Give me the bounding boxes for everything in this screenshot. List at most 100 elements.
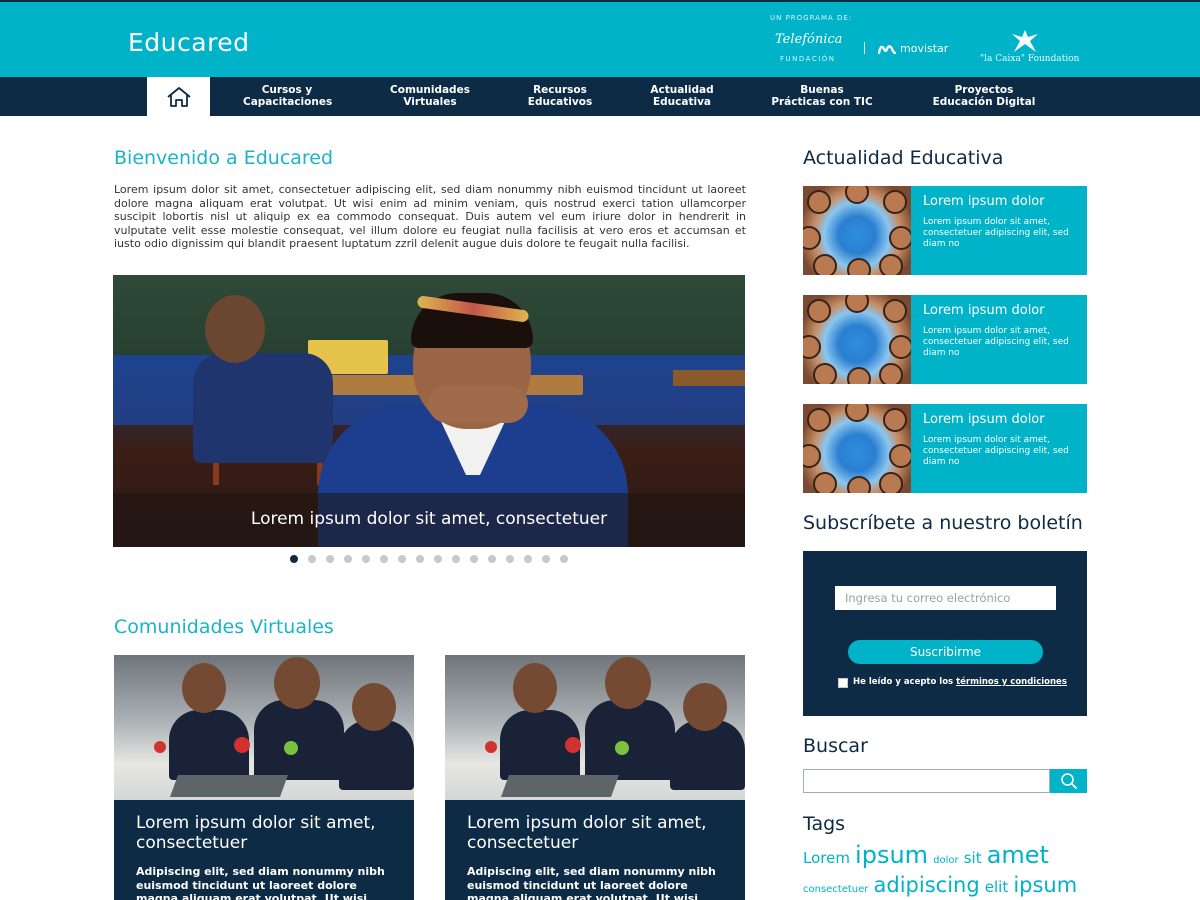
nav-buenas-line1: Buenas [800, 84, 844, 96]
nav-buenas-line2: Prácticas con TIC [771, 96, 873, 108]
photo-face [883, 190, 907, 214]
photo-face [845, 404, 869, 422]
subscribe-button[interactable]: Suscribirme [848, 640, 1043, 664]
home-icon [166, 86, 191, 107]
terms-checkbox[interactable] [838, 678, 848, 688]
nav-cursos-line2: Capacitaciones [243, 96, 333, 108]
tag-link[interactable]: amet [987, 841, 1049, 869]
tag-link[interactable]: dolor [933, 855, 958, 866]
nav-actualidad-line1: Actualidad [650, 84, 714, 96]
community-card-text: Adipiscing elit, sed diam nonummy nibh e… [136, 865, 385, 900]
photo-student-body [585, 700, 675, 780]
news-item-title[interactable]: Lorem ipsum dolor [923, 412, 1075, 427]
search-input[interactable] [803, 769, 1050, 793]
slider-dot[interactable] [344, 555, 352, 563]
tag-link[interactable]: elit [985, 878, 1008, 896]
photo-face [803, 444, 821, 468]
slider-dot[interactable] [308, 555, 316, 563]
photo-apple-red [234, 737, 250, 753]
photo-laptop [169, 775, 289, 797]
nav-comunidades[interactable]: Comunidades Virtuales [388, 84, 472, 108]
photo-boy-head [205, 295, 265, 363]
photo-boy-body [193, 353, 333, 463]
intro-text: Lorem ipsum dolor sit amet, consectetuer… [114, 183, 746, 250]
nav-cursos[interactable]: Cursos y Capacitaciones [243, 84, 333, 108]
slider-dot[interactable] [380, 555, 388, 563]
search-title: Buscar [803, 735, 868, 757]
hero-slider[interactable]: Lorem ipsum dolor sit amet, consectetuer [113, 275, 745, 547]
search-button[interactable] [1050, 769, 1087, 793]
tag-link[interactable]: ipsum [855, 841, 928, 869]
tag-link[interactable]: consectetuer [803, 884, 868, 895]
photo-face [847, 258, 871, 275]
photo-face [889, 226, 911, 250]
slider-dot[interactable] [524, 555, 532, 563]
movistar-m-icon [878, 44, 896, 54]
movistar-logo[interactable]: movistar [878, 42, 948, 55]
community-card-body: Lorem ipsum dolor sit amet, consectetuer… [114, 800, 414, 900]
news-item-box: Lorem ipsum dolor Lorem ipsum dolor sit … [911, 295, 1087, 384]
photo-student-head [513, 663, 557, 713]
tag-link[interactable]: adipiscing [874, 873, 980, 897]
photo-face [889, 335, 911, 359]
site-header: Educared UN PROGRAMA DE: Telefónica FUND… [0, 0, 1200, 77]
photo-student-body [254, 700, 344, 780]
tag-link[interactable]: sit [964, 849, 982, 867]
tag-link[interactable]: ipsum [1013, 873, 1077, 897]
photo-student-head [274, 657, 320, 709]
photo-face [883, 408, 907, 432]
slider-dot[interactable] [488, 555, 496, 563]
news-item-text: Lorem ipsum dolor sit amet, consectetuer… [923, 435, 1069, 467]
slider-dot[interactable] [470, 555, 478, 563]
news-item[interactable]: Lorem ipsum dolor Lorem ipsum dolor sit … [803, 295, 1087, 384]
lacaixa-logo[interactable]: "la Caixa" Foundation [980, 54, 1079, 64]
slider-dot[interactable] [434, 555, 442, 563]
tag-link[interactable]: Lorem [803, 849, 850, 867]
slider-dot[interactable] [290, 555, 298, 563]
news-item-text: Lorem ipsum dolor sit amet, consectetuer… [923, 326, 1069, 358]
newsletter-email-input[interactable] [835, 586, 1056, 610]
nav-proyectos-line1: Proyectos [954, 84, 1014, 96]
terms-link[interactable]: términos y condiciones [956, 677, 1067, 687]
slider-dot[interactable] [416, 555, 424, 563]
news-item[interactable]: Lorem ipsum dolor Lorem ipsum dolor sit … [803, 404, 1087, 493]
slider-dot[interactable] [506, 555, 514, 563]
photo-apple-red [154, 741, 166, 753]
nav-proyectos[interactable]: Proyectos Educación Digital [932, 84, 1036, 108]
photo-face [883, 299, 907, 323]
news-item[interactable]: Lorem ipsum dolor Lorem ipsum dolor sit … [803, 186, 1087, 275]
news-item-title[interactable]: Lorem ipsum dolor [923, 303, 1075, 318]
community-card-body: Lorem ipsum dolor sit amet, consectetuer… [445, 800, 745, 900]
slider-dot[interactable] [542, 555, 550, 563]
news-item-photo [803, 186, 911, 275]
slider-dot[interactable] [326, 555, 334, 563]
photo-desk-right [673, 370, 745, 386]
photo-face [803, 335, 821, 359]
photo-student-head [683, 683, 727, 731]
photo-face [847, 367, 871, 384]
slider-dot[interactable] [452, 555, 460, 563]
tag-cloud: Lorem ipsum dolor sit amet consectetuer … [803, 843, 1093, 900]
community-card-title[interactable]: Lorem ipsum dolor sit amet, consectetuer [467, 813, 723, 853]
slider-dot[interactable] [398, 555, 406, 563]
telefonica-logo[interactable]: Telefónica [775, 32, 842, 47]
nav-comunidades-line2: Virtuales [403, 96, 457, 108]
nav-recursos[interactable]: Recursos Educativos [525, 84, 595, 108]
nav-actualidad[interactable]: Actualidad Educativa [648, 84, 716, 108]
nav-home[interactable] [147, 77, 210, 116]
movistar-label: movistar [900, 42, 949, 55]
main-nav: Cursos y Capacitaciones Comunidades Virt… [0, 77, 1200, 116]
community-card[interactable]: Lorem ipsum dolor sit amet, consectetuer… [114, 655, 414, 900]
slider-caption[interactable]: Lorem ipsum dolor sit amet, consectetuer [113, 509, 745, 529]
slider-dot[interactable] [362, 555, 370, 563]
nav-buenas-practicas[interactable]: Buenas Prácticas con TIC [768, 84, 876, 108]
news-item-title[interactable]: Lorem ipsum dolor [923, 194, 1075, 209]
community-card[interactable]: Lorem ipsum dolor sit amet, consectetuer… [445, 655, 745, 900]
slider-dot[interactable] [560, 555, 568, 563]
community-card-title[interactable]: Lorem ipsum dolor sit amet, consectetuer [136, 813, 392, 853]
nav-cursos-line1: Cursos y [261, 84, 313, 96]
photo-face [845, 295, 869, 313]
photo-laptop [500, 775, 620, 797]
community-card-text: Adipiscing elit, sed diam nonummy nibh e… [467, 865, 716, 900]
site-logo[interactable]: Educared [128, 28, 250, 57]
